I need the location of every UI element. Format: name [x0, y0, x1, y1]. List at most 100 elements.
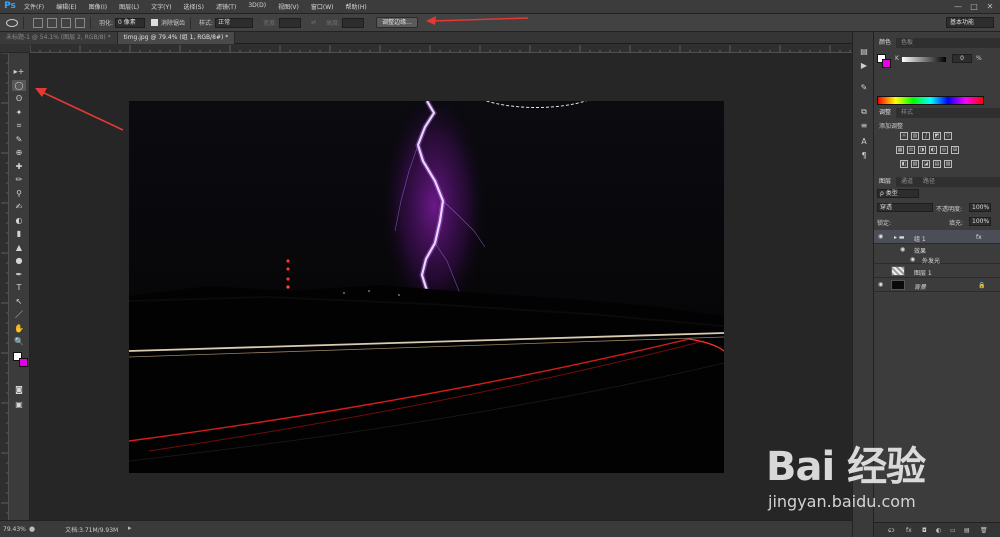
type-tool-icon[interactable]: T	[12, 282, 26, 293]
history-brush-tool-icon[interactable]: ⚲	[12, 188, 26, 199]
tab-timg[interactable]: timg.jpg @ 79.4% (组 1, RGB/8#) *	[117, 32, 236, 44]
blend-mode-select[interactable]: 穿透	[877, 203, 933, 212]
exposure-icon[interactable]: ◩	[933, 132, 941, 140]
add-selection-icon[interactable]	[47, 17, 57, 28]
curves-icon[interactable]: ∫	[922, 132, 930, 140]
quick-mask-icon[interactable]: ◙	[12, 384, 26, 395]
layer-filter-select[interactable]: ρ 类型	[877, 189, 919, 198]
tab-styles[interactable]: 样式	[896, 108, 918, 118]
layer-row-outer-glow[interactable]: ◉ 外发光	[874, 254, 1000, 265]
image-canvas[interactable]	[129, 101, 724, 473]
color-spectrum-bar[interactable]	[877, 96, 984, 105]
channel-mixer-icon[interactable]: ⊞	[951, 146, 959, 154]
gradient-icon[interactable]: ▤	[933, 160, 941, 168]
lasso-tool-icon[interactable]: ʘ	[12, 93, 26, 104]
brightness-icon[interactable]: ☼	[900, 132, 908, 140]
intersect-selection-icon[interactable]	[75, 17, 85, 28]
new-selection-icon[interactable]	[33, 17, 43, 28]
move-tool-icon[interactable]: ▸+	[12, 66, 26, 77]
screen-mode-icon[interactable]: ▣	[12, 399, 26, 410]
elliptical-marquee-icon[interactable]	[6, 18, 18, 27]
height-input[interactable]	[342, 17, 365, 28]
swap-icon[interactable]: ⇄	[311, 19, 316, 26]
toolbox-grip[interactable]	[0, 44, 30, 53]
gradient-map-icon[interactable]: ▽	[944, 132, 952, 140]
menu-item[interactable]: 文字(Y)	[145, 2, 177, 11]
threshold-icon[interactable]: ◪	[922, 160, 930, 168]
eye-icon[interactable]: ◉	[910, 256, 915, 263]
properties-icon[interactable]: ≡	[858, 120, 870, 131]
k-channel-input[interactable]: 0	[952, 54, 972, 63]
new-group-icon[interactable]: ▭	[950, 527, 956, 534]
actions-icon[interactable]: ▶	[858, 60, 870, 71]
antialias-checkbox[interactable]	[151, 19, 159, 26]
quick-select-tool-icon[interactable]: ✦	[12, 107, 26, 118]
new-layer-icon[interactable]: ▤	[964, 527, 970, 534]
posterize-icon[interactable]: ▧	[911, 160, 919, 168]
hand-tool-icon[interactable]: ✋	[12, 323, 26, 334]
add-mask-icon[interactable]: ◘	[922, 527, 927, 534]
tab-paths[interactable]: 路径	[918, 177, 940, 187]
spot-heal-tool-icon[interactable]: ⊕	[12, 147, 26, 158]
vibrance-icon[interactable]: ▦	[896, 146, 904, 154]
layer-style-icon[interactable]: fx	[906, 527, 912, 534]
eye-icon[interactable]: ◉	[878, 281, 883, 288]
eraser-tool-icon[interactable]: ✍	[12, 201, 26, 212]
tab-layers[interactable]: 图层	[874, 177, 897, 187]
zoom-level[interactable]: 79.43%	[3, 526, 29, 533]
paragraph-icon[interactable]: ¶	[858, 150, 870, 161]
background-color-swatch[interactable]	[19, 358, 28, 367]
menu-item[interactable]: 3D(D)	[242, 2, 272, 11]
menu-item[interactable]: 帮助(H)	[340, 2, 373, 11]
minimize-button[interactable]: —	[952, 1, 964, 12]
menu-item[interactable]: 图层(L)	[113, 2, 145, 11]
fill-input[interactable]: 100%	[969, 217, 991, 226]
tab-untitled-1[interactable]: 未标题-1 @ 54.1% (图层 2, RGB/8) *	[0, 32, 118, 44]
feather-input[interactable]: 0 像素	[115, 17, 146, 28]
menu-item[interactable]: 编辑(E)	[50, 2, 82, 11]
hue-saturation-icon[interactable]: ⚖	[907, 146, 915, 154]
tab-swatches[interactable]: 色板	[896, 38, 918, 48]
clone-stamp-tool-icon[interactable]: ✏	[12, 174, 26, 185]
link-layers-icon[interactable]: ɕɔ	[888, 527, 895, 534]
status-arrow-icon[interactable]: ▸	[128, 524, 132, 532]
invert-icon[interactable]: ◧	[900, 160, 908, 168]
menu-item[interactable]: 图像(I)	[83, 2, 113, 11]
width-input[interactable]	[279, 17, 302, 28]
sponge-tool-icon[interactable]: ●	[12, 255, 26, 266]
brush-icon[interactable]: ✎	[858, 82, 870, 93]
eye-icon[interactable]: ◉	[900, 246, 905, 253]
elliptical-marquee-tool-icon[interactable]: ◯	[12, 79, 26, 91]
history-icon[interactable]: ▤	[858, 46, 870, 57]
black-white-icon[interactable]: ◐	[929, 146, 937, 154]
delete-layer-icon[interactable]: 🗑	[980, 527, 988, 534]
tab-color[interactable]: 颜色	[874, 38, 897, 48]
layer-row-effects[interactable]: ◉ 效果	[874, 244, 1000, 255]
layer-row-group-1[interactable]: ◉ ▸ ▬ 组 1 fx	[874, 230, 1000, 244]
layer-row-background[interactable]: ◉ 背景 🔒	[874, 278, 1000, 292]
path-select-tool-icon[interactable]: ↖	[12, 296, 26, 307]
line-tool-icon[interactable]: ／	[12, 309, 26, 320]
style-select[interactable]: 正常	[215, 17, 254, 28]
fx-icon[interactable]: fx	[976, 234, 982, 241]
clone-source-icon[interactable]: ⧉	[858, 106, 870, 117]
brush-tool-icon[interactable]: ✚	[12, 161, 26, 172]
eyedropper-tool-icon[interactable]: ✎	[12, 134, 26, 145]
menu-item[interactable]: 滤镜(T)	[210, 2, 242, 11]
maximize-button[interactable]: □	[968, 1, 980, 12]
color-panel-background[interactable]	[882, 59, 891, 68]
layer-row-layer-1[interactable]: 图层 1	[874, 264, 1000, 278]
canvas-area[interactable]	[30, 53, 852, 520]
k-channel-slider[interactable]	[902, 57, 946, 62]
character-icon[interactable]: A	[858, 136, 870, 147]
zoom-tool-icon[interactable]: 🔍	[12, 336, 26, 347]
menu-item[interactable]: 文件(F)	[18, 2, 50, 11]
refine-edge-button[interactable]: 调整边缘...	[376, 17, 418, 28]
menu-item[interactable]: 窗口(W)	[305, 2, 340, 11]
menu-item[interactable]: 选择(S)	[177, 2, 210, 11]
crop-tool-icon[interactable]: ⌗	[12, 120, 26, 131]
workspace-select[interactable]: 基本功能	[946, 17, 994, 28]
blur-tool-icon[interactable]: ▮	[12, 228, 26, 239]
dodge-tool-icon[interactable]: ▲	[12, 242, 26, 253]
color-balance-icon[interactable]: ◑	[918, 146, 926, 154]
